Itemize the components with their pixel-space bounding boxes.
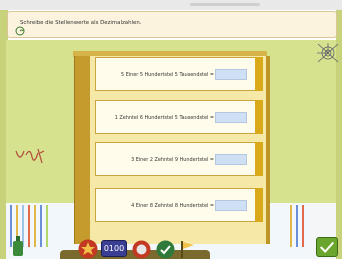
answer-input[interactable]: [215, 112, 247, 123]
instruction-text: Schreibe die Stellenwerte als Dezimalzah…: [20, 20, 142, 26]
curtain-stripe: [28, 205, 30, 247]
counter-button[interactable]: 0100: [101, 240, 127, 257]
row-side: [255, 142, 263, 176]
scribble-icon: [15, 148, 45, 164]
task-prompt: 5 Einer 5 Hundertstel 5 Tausendstel =: [121, 72, 214, 78]
shelf-right-panel: [266, 56, 270, 244]
row-side: [255, 57, 263, 91]
task-row: 3 Einer 2 Zehntel 9 Hundertstel =: [95, 142, 263, 176]
answer-input[interactable]: [215, 154, 247, 165]
instruction-bar: Schreibe die Stellenwerte als Dezimalzah…: [7, 11, 337, 38]
bottle-icon[interactable]: [12, 236, 24, 256]
task-row: 1 Zehntel 6 Hundertstel 5 Tausendstel =: [95, 100, 263, 134]
task-prompt: 4 Einer 8 Zehntel 8 Hundertstel =: [131, 203, 214, 209]
row-side: [255, 100, 263, 134]
curtain-stripe: [34, 205, 36, 247]
curtain-stripe: [302, 205, 304, 247]
curtain-stripe: [46, 205, 48, 247]
star-icon[interactable]: [78, 239, 98, 259]
answer-input[interactable]: [215, 69, 247, 80]
checkmark-icon[interactable]: [156, 240, 175, 259]
game-stage: Schreibe die Stellenwerte als Dezimalzah…: [0, 0, 342, 259]
flag-icon[interactable]: [178, 240, 196, 258]
answer-input[interactable]: [215, 200, 247, 211]
curtain-stripe: [296, 205, 298, 247]
task-row: 4 Einer 8 Zehntel 8 Hundertstel =: [95, 188, 263, 222]
wall-right-edge: [336, 0, 342, 259]
task-prompt: 3 Einer 2 Zehntel 9 Hundertstel =: [131, 157, 214, 163]
top-strip: [0, 0, 342, 10]
confirm-check-icon: [319, 241, 335, 253]
task-row: 5 Einer 5 Hundertstel 5 Tausendstel =: [95, 57, 263, 91]
swirl-icon: [15, 26, 25, 36]
confirm-button[interactable]: [316, 237, 338, 257]
top-strip-bar: [190, 3, 260, 6]
curtain-stripe: [40, 205, 42, 247]
task-prompt: 1 Zehntel 6 Hundertstel 5 Tausendstel =: [114, 115, 214, 121]
circle-icon[interactable]: [132, 240, 151, 259]
shelf-left-panel: [74, 56, 91, 244]
spiderweb-icon: [317, 43, 339, 63]
curtain-stripe: [290, 205, 292, 247]
row-side: [255, 188, 263, 222]
